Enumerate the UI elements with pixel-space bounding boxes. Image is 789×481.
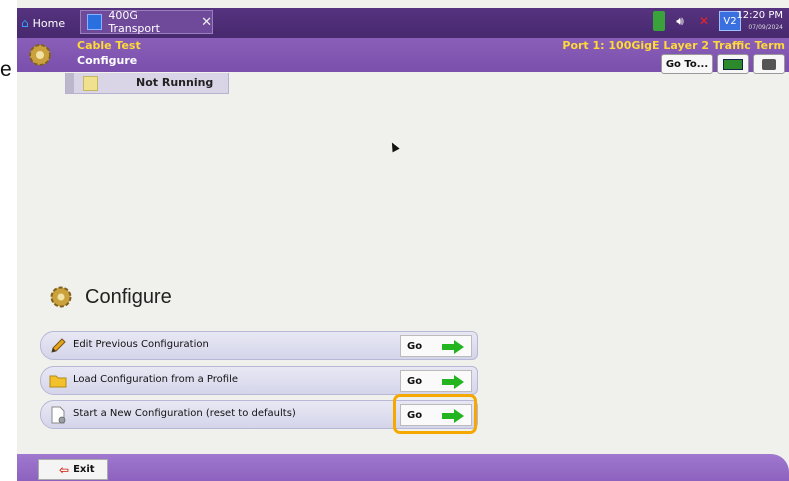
home-icon: ⌂ [21, 16, 29, 30]
tab-400g-transport[interactable]: 400G Transport ✕ [80, 9, 213, 35]
goto-button[interactable]: Go To... [661, 54, 713, 74]
home-tab-label: Home [32, 16, 66, 30]
configure-heading: Configure [47, 283, 172, 311]
gear-icon [50, 286, 72, 308]
layout-button[interactable] [717, 54, 749, 74]
pencil-icon [51, 338, 66, 353]
row-label: Edit Previous Configuration [73, 339, 209, 350]
gear-icon[interactable] [25, 40, 55, 70]
arrow-right-icon [442, 340, 464, 354]
exit-icon: ⇦ [59, 462, 70, 477]
grid-icon [87, 14, 103, 30]
layout-icon [723, 58, 743, 70]
exit-label: Exit [73, 464, 95, 475]
mouse-cursor-icon [388, 140, 400, 153]
top-status-bar: ⌂ Home 400G Transport ✕ 🔊︎ ✕ V2 12:20 PM… [17, 8, 789, 38]
edit-previous-config-row[interactable]: Edit Previous Configuration Go [40, 331, 478, 360]
state-edge [66, 73, 74, 93]
configure-title: Configure [85, 285, 172, 308]
go-label: Go [407, 376, 423, 387]
folder-icon [49, 375, 67, 388]
screen-title: Configure [77, 54, 138, 67]
bottom-bar: ⇦ Exit [17, 454, 789, 481]
go-label: Go [407, 341, 423, 352]
tab-label: 400G Transport [108, 9, 160, 35]
cropped-letter: e [0, 58, 12, 81]
close-icon[interactable]: ✕ [201, 15, 212, 30]
port-label: Port 1: 100GigE Layer 2 Traffic Term [562, 39, 785, 52]
screenshot-button[interactable] [753, 54, 785, 74]
highlight-box [393, 394, 477, 434]
status-icons: 🔊︎ ✕ V2 [653, 11, 741, 31]
state-text: Not Running [136, 76, 214, 89]
home-tab[interactable]: ⌂ Home [21, 12, 65, 34]
mute-icon[interactable]: ✕ [695, 11, 713, 31]
go-button[interactable]: Go [400, 370, 472, 392]
device-screen: ⌂ Home 400G Transport ✕ 🔊︎ ✕ V2 12:20 PM… [17, 0, 789, 481]
row-label: Start a New Configuration (reset to defa… [73, 408, 296, 419]
camera-icon [762, 58, 776, 70]
battery-icon [653, 11, 665, 31]
header-band: Cable Test Configure Port 1: 100GigE Lay… [17, 38, 789, 74]
arrow-right-icon [442, 375, 464, 389]
clock: 12:20 PM 07/09/2024 [736, 10, 783, 34]
mode-title: Cable Test [77, 39, 141, 52]
clock-time: 12:20 PM [736, 10, 783, 21]
speaker-icon[interactable]: 🔊︎ [671, 11, 689, 31]
state-indicator [83, 76, 98, 91]
load-config-profile-row[interactable]: Load Configuration from a Profile Go [40, 366, 478, 395]
go-button[interactable]: Go [400, 335, 472, 357]
test-state-bar: Not Running [65, 73, 229, 94]
exit-button[interactable]: ⇦ Exit [38, 459, 108, 480]
clock-date: 07/09/2024 [748, 24, 783, 31]
new-file-icon [51, 406, 66, 424]
row-label: Load Configuration from a Profile [73, 374, 239, 385]
